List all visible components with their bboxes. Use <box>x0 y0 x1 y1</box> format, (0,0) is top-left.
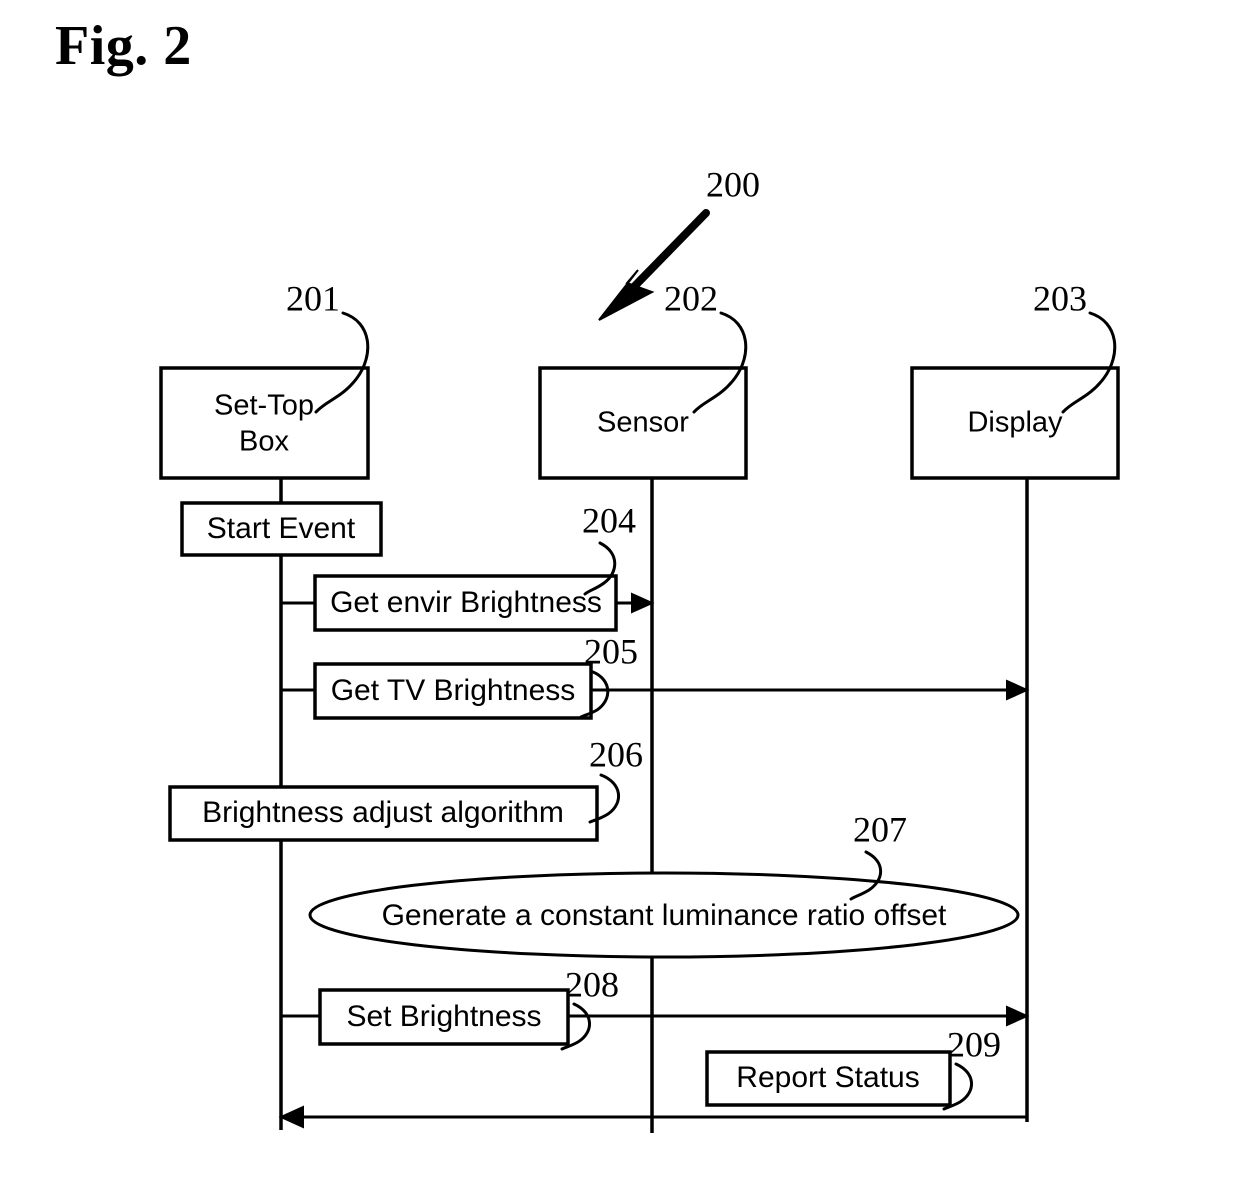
participant-label-set-top-box-line1: Set-Top <box>214 390 314 422</box>
message-label-set-brightness: Set Brightness <box>346 1000 541 1033</box>
ref-number-203: 203 <box>1033 278 1087 318</box>
message-set-brightness: Set Brightness <box>281 988 1030 1046</box>
ref-number-200: 200 <box>706 164 760 204</box>
ref-number-207: 207 <box>853 809 907 849</box>
message-get-tv-brightness: Get TV Brightness <box>281 662 1030 720</box>
message-label-generate-offset: Generate a constant luminance ratio offs… <box>382 899 947 932</box>
message-return-to-set-top-box <box>278 1105 1027 1129</box>
message-label-report-status: Report Status <box>736 1061 919 1094</box>
message-box-start-event: Start Event <box>180 501 383 557</box>
message-label-get-envir-brightness: Get envir Brightness <box>330 586 602 619</box>
participant-label-set-top-box-line2: Box <box>239 426 289 458</box>
ref-number-204: 204 <box>582 500 636 540</box>
ref-number-205: 205 <box>584 631 638 671</box>
message-label-start-event: Start Event <box>207 512 356 545</box>
message-label-get-tv-brightness: Get TV Brightness <box>331 674 576 707</box>
participant-box-display: Display <box>910 366 1120 480</box>
ref-number-209: 209 <box>947 1024 1001 1064</box>
message-get-envir-brightness: Get envir Brightness <box>281 574 655 632</box>
participant-box-sensor: Sensor <box>538 366 748 480</box>
ref-number-206: 206 <box>589 734 643 774</box>
ref-number-208: 208 <box>565 964 619 1004</box>
message-label-brightness-adjust-algorithm: Brightness adjust algorithm <box>202 796 564 829</box>
figure-2-sequence-diagram: Fig. 2 200 Set-Top Box Sensor Display 20… <box>0 0 1240 1201</box>
participant-label-sensor: Sensor <box>597 407 689 439</box>
ref-number-202: 202 <box>664 278 718 318</box>
sequence-diagram-canvas: 200 Set-Top Box Sensor Display 201 202 2… <box>159 164 1120 1133</box>
message-box-report-status: Report Status <box>705 1050 952 1107</box>
message-box-brightness-adjust-algorithm: Brightness adjust algorithm <box>168 785 599 842</box>
message-ellipse-generate-offset: Generate a constant luminance ratio offs… <box>308 871 1020 959</box>
participant-label-display: Display <box>967 407 1063 439</box>
ref-number-201: 201 <box>286 278 340 318</box>
participant-box-set-top-box: Set-Top Box <box>159 366 370 480</box>
